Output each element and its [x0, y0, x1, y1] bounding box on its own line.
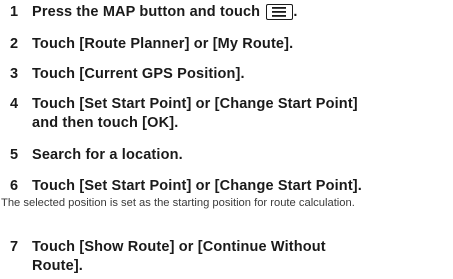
- step-number: 3: [10, 66, 19, 82]
- menu-icon: [266, 4, 294, 20]
- step-text-continued: Route].: [32, 258, 83, 274]
- step-3: 3 Touch [Current GPS Position].: [10, 65, 450, 84]
- step-text: Touch [Set Start Point] or [Change Start…: [32, 178, 362, 194]
- step-5: 5 Search for a location.: [10, 146, 450, 165]
- step-text: Touch [Route Planner] or [My Route].: [32, 36, 294, 52]
- step-number: 7: [10, 239, 19, 255]
- step-2: 2 Touch [Route Planner] or [My Route].: [10, 35, 450, 54]
- step-7: 7 Touch [Show Route] or [Continue Withou…: [10, 238, 450, 276]
- step-4: 4 Touch [Set Start Point] or [Change Sta…: [10, 95, 450, 133]
- step-text-continued: and then touch [OK].: [32, 115, 179, 131]
- step-text: Touch [Current GPS Position].: [32, 66, 245, 82]
- step-text: Touch [Set Start Point] or [Change Start…: [32, 96, 358, 112]
- step-6: 6 Touch [Set Start Point] or [Change Sta…: [1, 177, 450, 210]
- step-number: 4: [10, 96, 19, 112]
- step-number: 1: [10, 4, 19, 20]
- step-text: Press the MAP button and touch .: [32, 4, 298, 20]
- step-note: The selected position is set as the star…: [1, 197, 355, 209]
- step-number: 5: [10, 147, 19, 163]
- step-number: 6: [10, 178, 19, 194]
- step-1: 1 Press the MAP button and touch .: [10, 3, 450, 22]
- step-text: Touch [Show Route] or [Continue Without: [32, 239, 326, 255]
- step-number: 2: [10, 36, 19, 52]
- step-text: Search for a location.: [32, 147, 183, 163]
- instruction-page: 1 Press the MAP button and touch . 2 Tou…: [0, 0, 453, 279]
